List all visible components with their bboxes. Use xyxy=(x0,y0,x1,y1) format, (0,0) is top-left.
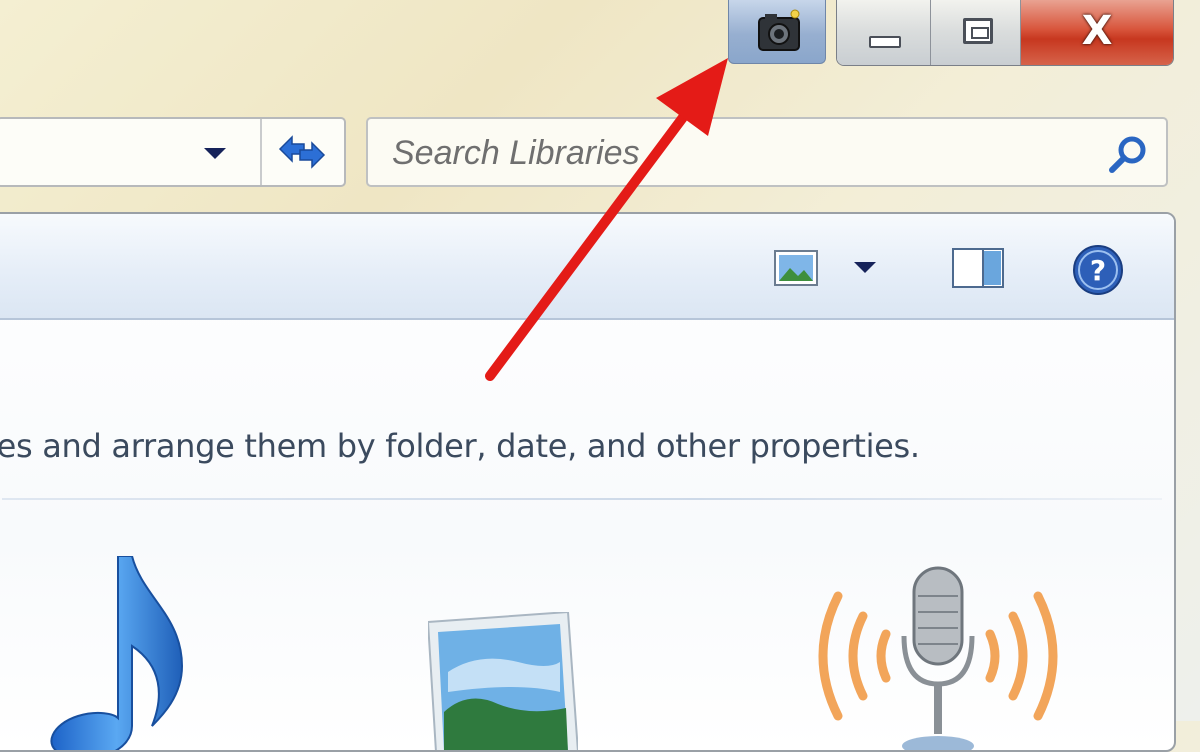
close-icon: X xyxy=(1081,8,1113,54)
search-icon[interactable] xyxy=(1106,133,1150,177)
snapshot-button[interactable] xyxy=(728,0,826,64)
preview-pane-icon[interactable] xyxy=(952,248,1004,288)
address-separator xyxy=(260,119,262,185)
library-description: les and arrange them by folder, date, an… xyxy=(0,427,920,465)
chevron-down-icon xyxy=(204,147,226,159)
pictures-icon[interactable] xyxy=(428,612,578,752)
section-divider xyxy=(2,498,1162,500)
close-button[interactable]: X xyxy=(1021,0,1173,65)
explorer-content: ? les and arrange them by folder, date, … xyxy=(0,212,1176,752)
search-box xyxy=(366,117,1168,187)
picture-view-icon[interactable] xyxy=(774,250,818,286)
minimize-button[interactable] xyxy=(837,0,931,65)
podcast-microphone-icon[interactable] xyxy=(808,556,1068,752)
help-icon[interactable]: ? xyxy=(1072,244,1124,296)
chevron-down-icon xyxy=(854,262,876,273)
address-dropdown-button[interactable] xyxy=(200,143,230,163)
camera-icon xyxy=(758,9,800,51)
search-input[interactable] xyxy=(390,129,1094,177)
music-note-icon[interactable] xyxy=(32,556,192,752)
caption-buttons: X xyxy=(728,0,1176,66)
minimize-icon xyxy=(869,36,901,48)
command-bar: ? xyxy=(0,214,1174,320)
address-bar[interactable] xyxy=(0,117,346,187)
window-controls: X xyxy=(836,0,1174,66)
svg-text:?: ? xyxy=(1090,254,1106,287)
refresh-icon[interactable] xyxy=(270,129,334,175)
view-options-button[interactable] xyxy=(854,262,876,273)
maximize-button[interactable] xyxy=(931,0,1021,65)
maximize-icon xyxy=(963,18,993,44)
